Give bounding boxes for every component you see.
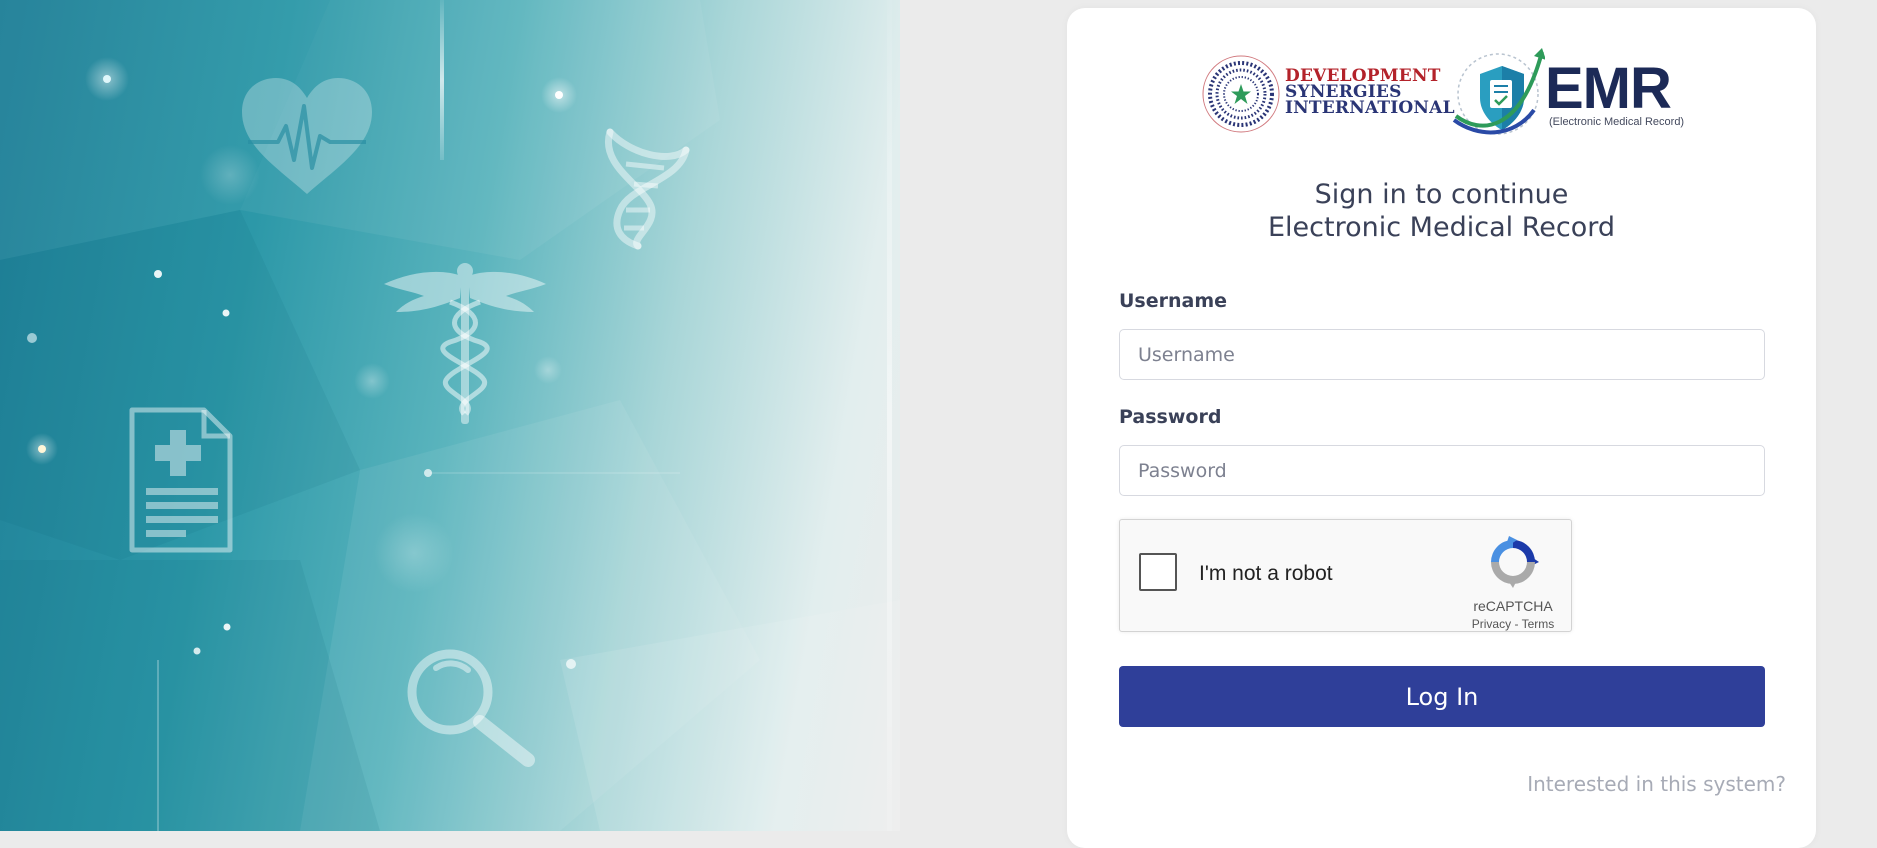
recaptcha-checkbox[interactable] (1139, 553, 1177, 591)
emr-wordmark: EMR (1545, 56, 1672, 121)
logo-bar: DEVELOPMENT SYNERGIES INTERNATIONAL EMR … (1201, 42, 1685, 142)
login-button[interactable]: Log In (1119, 666, 1765, 727)
system-name-heading: Electronic Medical Record (1268, 212, 1615, 243)
recaptcha-brand: reCAPTCHA (1473, 598, 1553, 614)
recaptcha-links: Privacy - Terms (1450, 617, 1576, 631)
hero-background (0, 0, 900, 831)
username-input[interactable] (1119, 329, 1765, 380)
dsi-seal-logo (1202, 55, 1280, 133)
heart-pulse-icon (242, 78, 372, 194)
emr-subtitle: (Electronic Medical Record) (1549, 116, 1685, 128)
interested-link[interactable]: Interested in this system? (1527, 772, 1786, 796)
dsi-line-international: INTERNATIONAL (1285, 98, 1455, 118)
recaptcha-privacy-link[interactable]: Privacy (1472, 617, 1511, 631)
login-card: DEVELOPMENT SYNERGIES INTERNATIONAL EMR … (1067, 8, 1816, 848)
emr-shield-logo (1452, 48, 1545, 135)
dsi-wordmark: DEVELOPMENT SYNERGIES INTERNATIONAL (1285, 68, 1455, 118)
recaptcha-separator: - (1511, 617, 1522, 631)
username-label: Username (1119, 290, 1228, 312)
recaptcha-widget: I'm not a robot reCAPTCHA Privacy - Term… (1119, 519, 1572, 632)
dna-icon (604, 128, 690, 250)
password-label: Password (1119, 406, 1222, 428)
caduceus-icon (384, 263, 546, 424)
medical-document-icon (129, 407, 233, 553)
recaptcha-label: I'm not a robot (1199, 562, 1333, 585)
recaptcha-terms-link[interactable]: Terms (1522, 617, 1555, 631)
magnifier-icon (407, 649, 535, 767)
password-input[interactable] (1119, 445, 1765, 496)
sign-in-heading: Sign in to continue (1314, 179, 1569, 210)
recaptcha-icon (1491, 536, 1539, 588)
